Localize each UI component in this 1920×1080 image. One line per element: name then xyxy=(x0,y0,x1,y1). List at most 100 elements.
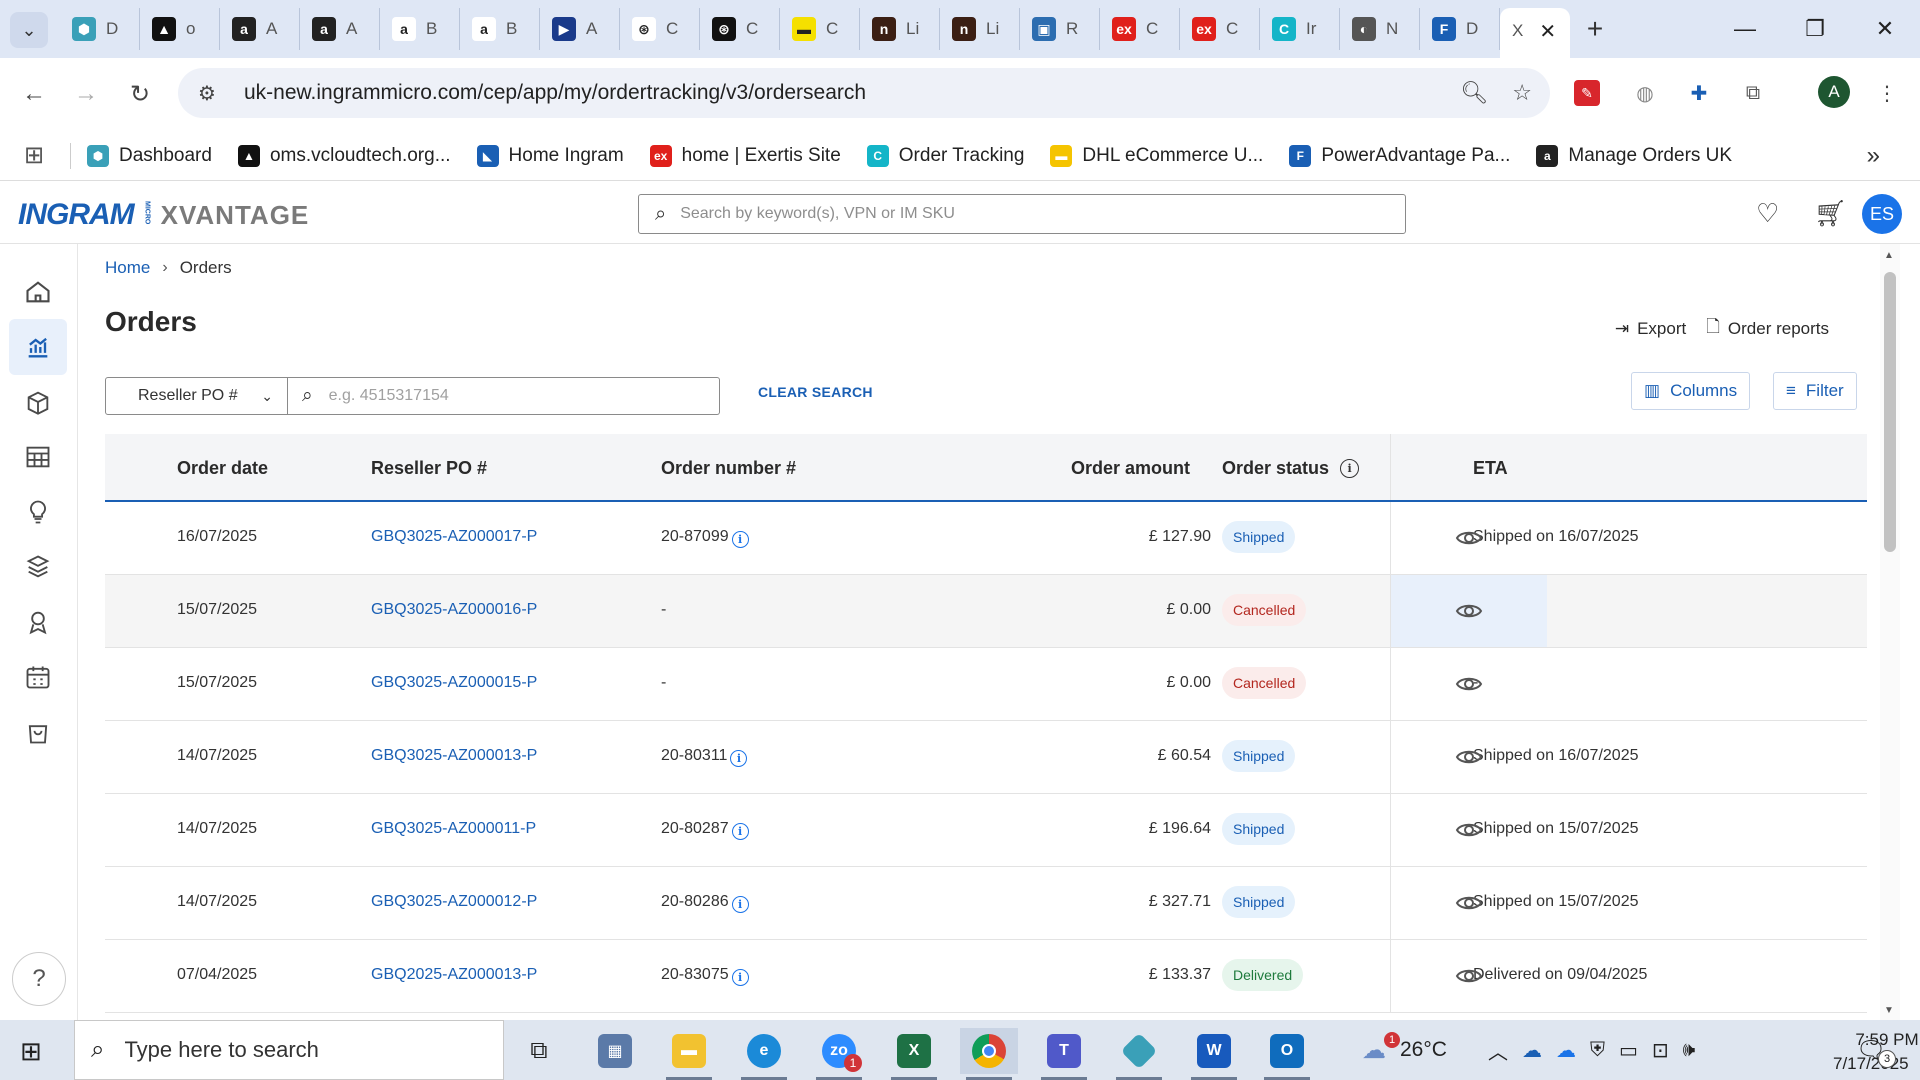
view-order-button[interactable] xyxy=(1390,575,1547,647)
nav-ideas-bulb-icon[interactable] xyxy=(9,484,67,540)
view-order-button[interactable] xyxy=(1390,502,1547,574)
restore-button[interactable]: ❐ xyxy=(1780,0,1850,58)
file-explorer-icon[interactable]: ▬ xyxy=(660,1028,718,1080)
order-info-icon[interactable]: i xyxy=(731,969,749,986)
browser-tab[interactable]: n Li xyxy=(940,8,1020,50)
table-row[interactable]: 14/07/2025 GBQ3025-AZ000012-P 20-80286 i £ 3… xyxy=(105,867,1867,940)
user-avatar[interactable]: ES xyxy=(1862,194,1902,234)
reseller-po-link[interactable]: GBQ3025-AZ000017-P xyxy=(371,528,537,546)
order-info-icon[interactable]: i xyxy=(731,531,749,548)
browser-tab[interactable]: ▣ R xyxy=(1020,8,1100,50)
reseller-po-link[interactable]: GBQ3025-AZ000015-P xyxy=(371,674,537,692)
security-icon[interactable]: ⛨ xyxy=(1590,1039,1605,1062)
browser-tab[interactable]: ◐ N xyxy=(1340,8,1420,50)
nav-home-icon[interactable] xyxy=(9,264,67,320)
reseller-po-link[interactable]: GBQ3025-AZ000012-P xyxy=(371,893,537,911)
browser-tab[interactable]: aA xyxy=(220,8,300,50)
browser-tab[interactable]: n Li xyxy=(860,8,940,50)
bookmark-item[interactable]: C Order Tracking xyxy=(866,144,1024,167)
global-search-box[interactable]: ⌕ xyxy=(638,194,1406,234)
order-search-input[interactable] xyxy=(328,387,689,405)
bookmark-star-icon[interactable]: ☆ xyxy=(1512,80,1532,106)
reseller-po-link[interactable]: GBQ3025-AZ000013-P xyxy=(371,747,537,765)
browser-tab[interactable]: FD xyxy=(1420,8,1500,50)
view-order-button[interactable] xyxy=(1390,867,1547,939)
forward-button[interactable]: → xyxy=(68,76,104,112)
close-window-button[interactable]: ✕ xyxy=(1850,0,1920,58)
show-hidden-icons-chevron-icon[interactable]: ︿ xyxy=(1488,1036,1508,1065)
site-info-icon[interactable]: ⚙ xyxy=(198,81,228,106)
order-info-icon[interactable]: i xyxy=(731,823,749,840)
nav-products-icon[interactable] xyxy=(9,374,67,430)
columns-button[interactable]: ▥ Columns xyxy=(1631,372,1751,410)
task-view-icon[interactable]: ⧉ xyxy=(510,1028,568,1074)
breadcrumb-home-link[interactable]: Home xyxy=(105,258,150,278)
nav-shopping-bag-icon[interactable] xyxy=(9,704,67,760)
teams-icon[interactable]: T xyxy=(1035,1028,1093,1080)
apps-grid-icon[interactable]: ⊞ xyxy=(24,141,54,170)
browser-tab[interactable]: ex C xyxy=(1180,8,1260,50)
view-order-button[interactable] xyxy=(1390,940,1547,1012)
browser-tab[interactable]: ⊛ C xyxy=(620,8,700,50)
browser-tab[interactable]: ⊛ C xyxy=(700,8,780,50)
browser-tab[interactable]: C Ir xyxy=(1260,8,1340,50)
nav-analytics-icon[interactable] xyxy=(9,319,67,375)
word-icon[interactable]: W xyxy=(1185,1028,1243,1080)
view-order-button[interactable] xyxy=(1390,648,1547,720)
browser-tab[interactable]: aB xyxy=(380,8,460,50)
browser-tab[interactable]: ⬢ D xyxy=(60,8,140,50)
edge-browser-icon[interactable]: e xyxy=(735,1028,793,1080)
extensions-puzzle-icon[interactable]: ⧉ xyxy=(1736,76,1770,110)
browser-tab[interactable]: aB xyxy=(460,8,540,50)
outlook-icon[interactable]: O xyxy=(1258,1028,1316,1080)
order-info-icon[interactable]: i xyxy=(731,896,749,913)
col-reseller-po[interactable]: Reseller PO # xyxy=(371,458,487,479)
wishlist-heart-icon[interactable]: ♡ xyxy=(1756,198,1779,229)
excel-icon[interactable]: X xyxy=(885,1028,943,1080)
browser-tab[interactable]: ▶ A xyxy=(540,8,620,50)
more-bookmarks-icon[interactable]: » xyxy=(1867,142,1880,170)
pdf-extension-icon[interactable]: ✎ xyxy=(1574,80,1600,106)
order-search-box[interactable]: ⌕ xyxy=(288,377,720,415)
browser-tab[interactable]: ex C xyxy=(1100,8,1180,50)
nav-calendar-icon[interactable] xyxy=(9,649,67,705)
battery-icon[interactable]: ▭ xyxy=(1619,1038,1638,1063)
new-tab-button[interactable]: + xyxy=(1570,8,1620,50)
onedrive-personal-icon[interactable]: ☁ xyxy=(1556,1038,1576,1063)
view-order-button[interactable] xyxy=(1390,794,1547,866)
network-icon[interactable]: ⊡ xyxy=(1652,1038,1669,1063)
browser-tab[interactable]: ▬ C xyxy=(780,8,860,50)
url-text[interactable]: uk-new.ingrammicro.com/cep/app/my/ordert… xyxy=(244,81,866,105)
table-row[interactable]: 15/07/2025 GBQ3025-AZ000016-P - £ 0.00 Cance… xyxy=(105,575,1867,648)
table-row[interactable]: 16/07/2025 GBQ3025-AZ000017-P 20-87099 i £ 1… xyxy=(105,502,1867,575)
export-button[interactable]: ⇥ Export xyxy=(1615,314,1686,343)
active-browser-tab[interactable]: X ✕ xyxy=(1500,8,1570,58)
bookmark-item[interactable]: F PowerAdvantage Pa... xyxy=(1289,144,1510,167)
table-row[interactable]: 14/07/2025 GBQ3025-AZ000013-P 20-80311 i £ 6… xyxy=(105,721,1867,794)
filter-button[interactable]: ≡ Filter xyxy=(1773,372,1857,410)
browser-profile-avatar[interactable]: A xyxy=(1818,76,1850,108)
help-question-icon[interactable]: ? xyxy=(12,952,66,1006)
browser-tab[interactable]: aA xyxy=(300,8,380,50)
info-icon[interactable]: i xyxy=(1340,459,1360,478)
volume-icon[interactable]: 🕪︎ xyxy=(1683,1039,1696,1062)
table-row[interactable]: 07/04/2025 GBQ2025-AZ000013-P 20-83075 i £ 1… xyxy=(105,940,1867,1013)
vpn-app-icon[interactable] xyxy=(1110,1028,1168,1080)
bookmark-item[interactable]: ex home | Exertis Site xyxy=(649,144,841,167)
scroll-down-arrow-icon[interactable]: ▼ xyxy=(1884,1005,1894,1016)
scrollbar-thumb[interactable] xyxy=(1884,272,1896,552)
nav-support-icon[interactable] xyxy=(9,594,67,650)
zoom-icon[interactable]: 🔍︎ xyxy=(1460,80,1488,106)
order-info-icon[interactable]: i xyxy=(730,750,748,767)
globe-extension-icon[interactable]: ◍ xyxy=(1628,76,1662,110)
taskbar-search-box[interactable]: ⌕ Type here to search xyxy=(74,1020,504,1080)
view-order-button[interactable] xyxy=(1390,721,1547,793)
col-order-number[interactable]: Order number # xyxy=(661,458,796,479)
clear-search-button[interactable]: CLEAR SEARCH xyxy=(758,384,873,400)
minimize-button[interactable]: — xyxy=(1710,0,1780,58)
col-order-status[interactable]: Order status i xyxy=(1222,458,1360,479)
bookmark-item[interactable]: ▬ DHL eCommerce U... xyxy=(1050,144,1263,167)
address-bar[interactable]: ⚙ uk-new.ingrammicro.com/cep/app/my/orde… xyxy=(178,68,1550,118)
ingram-xvantage-logo[interactable]: INGRAM MICRO XVANTAGE xyxy=(18,198,309,232)
reload-button[interactable]: ↻ xyxy=(122,76,158,112)
